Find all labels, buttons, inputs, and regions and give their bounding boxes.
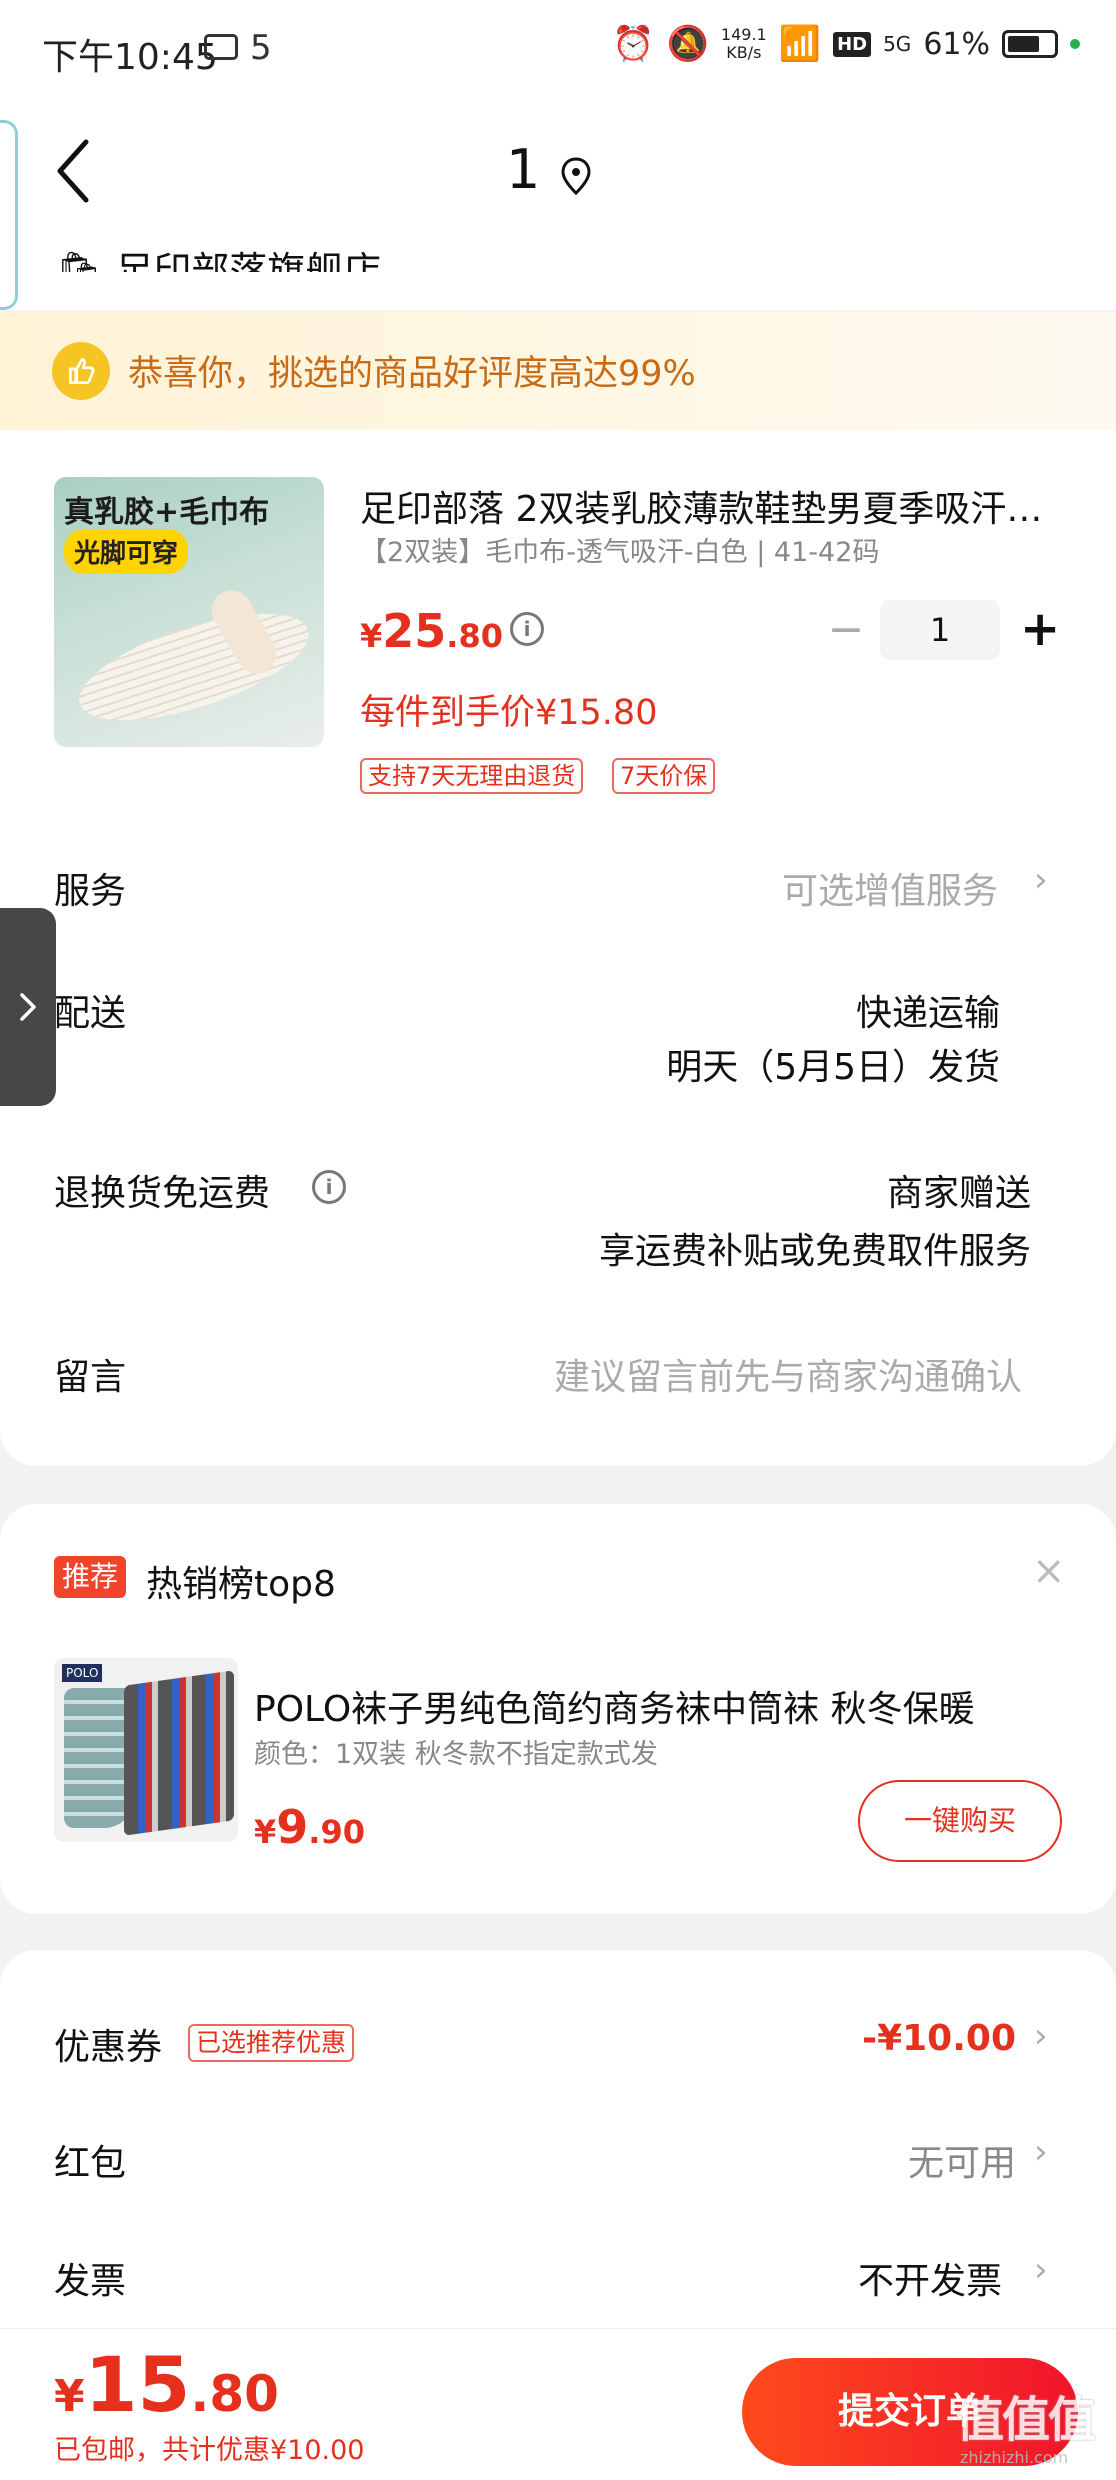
praise-banner-text: 恭喜你，挑选的商品好评度高达99% xyxy=(128,354,696,394)
price-decimal: .80 xyxy=(446,617,503,655)
quantity-minus-button[interactable]: − xyxy=(826,608,866,652)
service-label: 服务 xyxy=(54,871,127,912)
watermark-site: zhizhizhi.com xyxy=(960,2448,1069,2467)
price-decimal: .90 xyxy=(308,1813,365,1851)
watermark-logo: 值值值 xyxy=(956,2392,1096,2448)
return-freight-value: 商家赠送 xyxy=(886,1173,1031,1214)
product-image[interactable]: 真乳胶+毛巾布 光脚可穿 xyxy=(54,477,324,747)
shop-icon: 🛍 xyxy=(55,249,116,272)
message-label: 留言 xyxy=(54,1357,127,1398)
delivery-time[interactable]: 明天（5月5日）发货 xyxy=(666,1038,1000,1090)
info-icon[interactable]: i xyxy=(312,1170,346,1204)
net-speed: 149.1 KB/s xyxy=(721,26,767,62)
header xyxy=(0,100,1116,310)
product-image-tag: 真乳胶+毛巾布 xyxy=(64,495,270,530)
total-price: ¥ 15 .80 xyxy=(54,2340,279,2429)
price-protect-tag: 7天价保 xyxy=(612,758,716,794)
alarm-icon: ⏰ xyxy=(612,24,655,64)
product-title[interactable]: 足印部落 2双装乳胶薄款鞋垫男夏季吸汗防臭 xyxy=(360,480,1060,532)
message-count: 5 xyxy=(250,28,272,68)
recommend-price: ¥ 9 .90 xyxy=(254,1800,365,1854)
insole-graphic xyxy=(67,591,321,743)
chevron-right-icon[interactable]: › xyxy=(1034,2016,1048,2056)
thumbs-up-icon xyxy=(52,342,110,400)
recommend-product-spec: 颜色：1双装 秋冬款不指定款式发 xyxy=(254,1739,658,1770)
coupon-tag: 已选推荐优惠 xyxy=(188,2024,355,2062)
quantity-plus-button[interactable]: + xyxy=(1020,604,1060,654)
price-decimal: .80 xyxy=(190,2365,279,2423)
recommend-title: 热销榜top8 xyxy=(146,1564,336,1605)
side-drawer-handle[interactable] xyxy=(0,908,56,1106)
service-value[interactable]: 可选增值服务 xyxy=(782,862,998,914)
back-arrow-icon[interactable] xyxy=(52,138,112,208)
floating-tab[interactable] xyxy=(0,120,18,310)
quantity-input[interactable]: 1 xyxy=(880,600,1000,660)
watermark: 值值值 zhizhizhi.com xyxy=(956,2380,1106,2470)
one-click-buy-button[interactable]: 一键购买 xyxy=(858,1780,1062,1862)
chevron-right-icon[interactable]: › xyxy=(1034,860,1048,900)
redpacket-label: 红包 xyxy=(54,2143,127,2184)
chevron-right-icon[interactable]: › xyxy=(1034,2132,1048,2172)
delivery-method[interactable]: 快递运输 xyxy=(856,984,1000,1036)
battery-icon xyxy=(1002,30,1058,58)
message-icon xyxy=(204,34,238,60)
product-spec[interactable]: 【2双装】毛巾布-透气吸汗-白色 | 41-42码 xyxy=(360,530,879,569)
sock-box-graphic xyxy=(124,1670,234,1836)
shop-name-label: 足印部落旗舰店 xyxy=(115,249,382,272)
chevron-right-icon xyxy=(20,993,36,1021)
recommend-badge: 推荐 xyxy=(54,1556,127,1598)
invoice-value[interactable]: 不开发票 xyxy=(858,2252,1002,2304)
price-integer: 9 xyxy=(276,1800,309,1854)
shop-name[interactable]: 🛍 足印部落旗舰店 xyxy=(55,222,381,272)
net-speed-unit: KB/s xyxy=(726,43,762,62)
coupon-label: 优惠券 xyxy=(54,2027,163,2068)
location-pin-icon[interactable] xyxy=(560,156,592,196)
price-currency: ¥ xyxy=(254,1813,277,1851)
delivery-label: 配送 xyxy=(54,993,127,1034)
info-icon[interactable]: i xyxy=(510,612,544,646)
brand-logo: POLO xyxy=(62,1664,103,1682)
price-currency: ¥ xyxy=(54,2371,85,2422)
mute-icon: 🔕 xyxy=(666,24,709,64)
return-freight-detail: 享运费补贴或免费取件服务 xyxy=(598,1231,1031,1272)
invoice-label: 发票 xyxy=(54,2261,127,2302)
coupon-value[interactable]: -¥10.00 xyxy=(862,2018,1016,2059)
redpacket-value[interactable]: 无可用 xyxy=(908,2134,1016,2186)
recommend-product-name[interactable]: POLO袜子男纯色简约商务袜中筒袜 秋冬保暖 xyxy=(254,1680,1044,1732)
close-icon[interactable]: × xyxy=(1032,1548,1066,1594)
chevron-right-icon[interactable]: › xyxy=(1034,2250,1048,2290)
price-integer: 25 xyxy=(382,604,447,658)
net-speed-value: 149.1 xyxy=(720,25,767,44)
status-time: 下午10:45 xyxy=(42,37,218,78)
privacy-dot-icon xyxy=(1070,39,1080,49)
hd-icon: HD xyxy=(833,31,872,57)
price-currency: ¥ xyxy=(360,617,383,655)
battery-percent: 61% xyxy=(923,26,990,62)
page-title: 1 xyxy=(506,138,541,201)
product-price: ¥ 25 .80 xyxy=(360,604,503,658)
status-icons: ⏰ 🔕 149.1 KB/s 📶 HD 5G 61% xyxy=(612,26,1080,62)
message-input[interactable]: 建议留言前先与商家沟通确认 xyxy=(554,1348,1022,1400)
signal-icon: 5G xyxy=(883,32,912,56)
return-policy-tag: 支持7天无理由退货 xyxy=(360,758,584,794)
total-note: 已包邮，共计优惠¥10.00 xyxy=(54,2435,365,2466)
price-integer: 15 xyxy=(84,2340,191,2429)
return-freight-label: 退换货免运费 xyxy=(54,1173,271,1214)
recommend-product-image[interactable]: POLO xyxy=(54,1658,238,1842)
wifi-icon: 📶 xyxy=(778,24,822,64)
unit-price: 每件到手价¥15.80 xyxy=(360,693,658,733)
product-image-badge: 光脚可穿 xyxy=(64,529,189,574)
